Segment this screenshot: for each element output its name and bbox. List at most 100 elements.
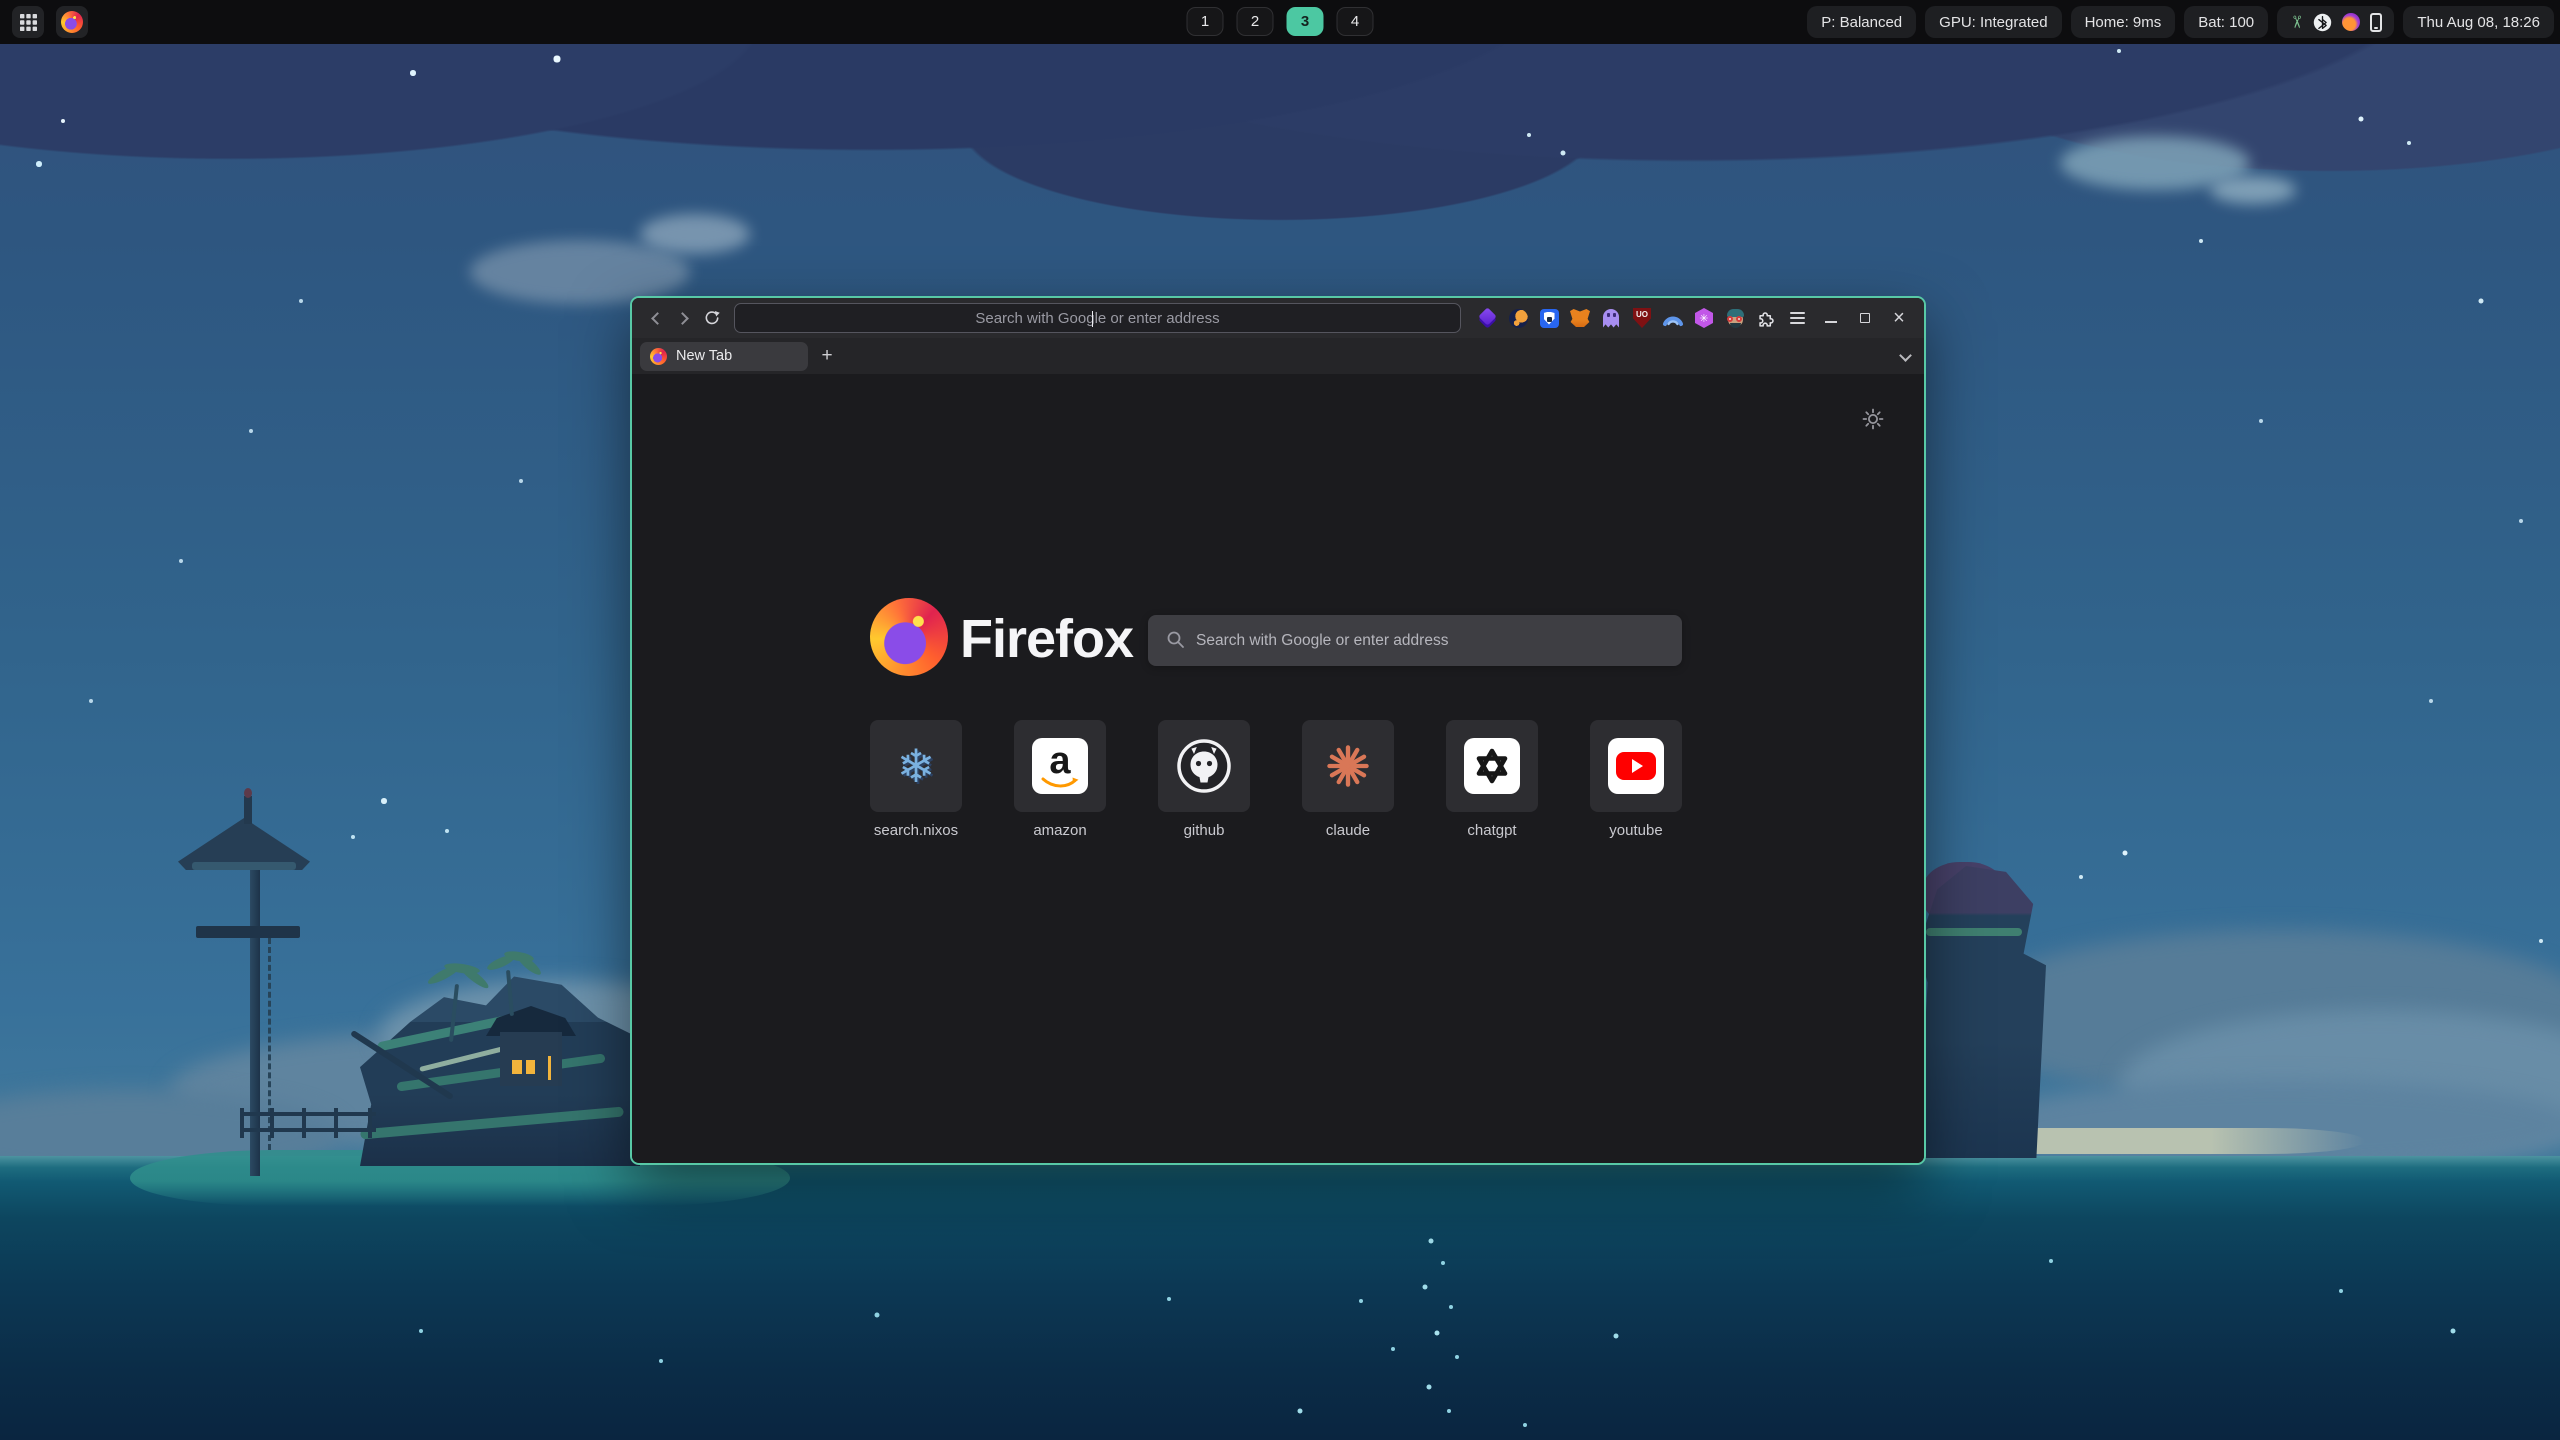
firefox-launcher-button[interactable] — [56, 6, 88, 38]
openai-knot-icon — [1464, 738, 1520, 794]
battery-pill[interactable]: Bat: 100 — [2184, 6, 2268, 38]
shortcut-github[interactable]: github — [1158, 720, 1250, 839]
personalize-newtab-button[interactable] — [1862, 408, 1884, 435]
cliff-grass — [1926, 928, 2022, 936]
watchtower-spire — [244, 796, 252, 824]
scissors-tray-icon[interactable]: ✂ — [2286, 15, 2306, 29]
extension-shield-lock-button[interactable] — [1536, 305, 1562, 331]
extension-ghostery-button[interactable] — [1598, 305, 1624, 331]
watchtower-finial — [244, 788, 252, 798]
power-profile-pill[interactable]: P: Balanced — [1807, 6, 1916, 38]
extension-swirl-button[interactable] — [1505, 305, 1531, 331]
blue-arc-icon — [1662, 308, 1684, 328]
purple-hexagon-icon: ✳ — [1695, 308, 1713, 328]
hut-window — [512, 1060, 522, 1074]
cloud-puff — [640, 214, 750, 254]
minimize-button[interactable] — [1818, 305, 1844, 331]
extension-metamask-button[interactable] — [1567, 305, 1593, 331]
hut — [500, 1032, 562, 1086]
top-status-bar: 1 2 3 4 P: Balanced GPU: Integrated Home… — [0, 0, 2560, 44]
ublock-shield-icon: UO — [1633, 308, 1651, 328]
dock-fence — [240, 1108, 376, 1152]
blue-shield-lock-icon — [1540, 309, 1559, 328]
extension-purple-layers-button[interactable] — [1474, 305, 1500, 331]
workspace-4-button[interactable]: 4 — [1337, 7, 1374, 36]
shortcut-amazon[interactable]: a amazon — [1014, 720, 1106, 839]
puzzle-icon — [1756, 308, 1776, 328]
close-icon: × — [1893, 308, 1905, 328]
reload-icon — [703, 309, 721, 327]
amazon-icon: a — [1032, 738, 1088, 794]
back-button[interactable] — [642, 304, 670, 332]
new-tab-page: Firefox ❄ search.nixos a — [632, 374, 1924, 1163]
firefox-icon — [61, 11, 83, 33]
newtab-search-input[interactable] — [1148, 615, 1682, 666]
extension-ublock-button[interactable]: UO — [1629, 305, 1655, 331]
extensions-puzzle-button[interactable] — [1753, 305, 1779, 331]
tab-favicon-firefox — [650, 348, 667, 365]
hamburger-icon — [1790, 312, 1805, 324]
shortcut-search-nixos[interactable]: ❄ search.nixos — [870, 720, 962, 839]
firefox-logo — [870, 598, 948, 676]
metamask-fox-icon — [1570, 309, 1590, 327]
phone-tray-icon[interactable] — [2370, 13, 2382, 32]
claude-starburst-icon — [1324, 742, 1372, 790]
topbar-left — [12, 6, 88, 38]
forward-button[interactable] — [670, 304, 698, 332]
clock-pill[interactable]: Thu Aug 08, 18:26 — [2403, 6, 2554, 38]
url-bar-placeholder: Search with Google or enter address — [735, 304, 1460, 332]
url-bar[interactable]: Search with Google or enter address — [734, 303, 1461, 333]
nixos-snowflake-icon: ❄ — [897, 743, 936, 789]
gpu-pill[interactable]: GPU: Integrated — [1925, 6, 2061, 38]
firefox-wordmark: Firefox — [960, 608, 1133, 670]
bluetooth-tray-icon[interactable] — [2313, 13, 2332, 32]
extension-vpn-arc-button[interactable] — [1660, 305, 1686, 331]
youtube-icon — [1608, 738, 1664, 794]
purple-layers-icon — [1477, 308, 1497, 328]
tab-new-tab[interactable]: New Tab — [640, 342, 808, 371]
ping-pill[interactable]: Home: 9ms — [2071, 6, 2176, 38]
ghost-icon — [1603, 309, 1619, 328]
browser-toolbar: Search with Google or enter address UO — [632, 298, 1924, 338]
minimize-icon — [1825, 321, 1837, 323]
gear-icon — [1862, 408, 1884, 430]
maximize-button[interactable] — [1852, 305, 1878, 331]
shortcut-claude[interactable]: claude — [1302, 720, 1394, 839]
watchtower-platform — [196, 926, 300, 938]
shortcut-youtube[interactable]: youtube — [1590, 720, 1682, 839]
shortcut-chatgpt[interactable]: chatgpt — [1446, 720, 1538, 839]
app-grid-icon — [20, 14, 37, 31]
github-octocat-icon — [1175, 737, 1233, 795]
cloud-puff — [2210, 176, 2296, 204]
tab-title: New Tab — [676, 348, 732, 364]
list-all-tabs-chevron-icon[interactable] — [1899, 349, 1912, 362]
app-menu-button[interactable] — [1784, 305, 1810, 331]
reload-button[interactable] — [698, 304, 726, 332]
extension-spy-button[interactable] — [1722, 305, 1748, 331]
system-tray: ✂ — [2277, 6, 2394, 38]
new-tab-button[interactable]: + — [814, 343, 840, 369]
topbar-right: P: Balanced GPU: Integrated Home: 9ms Ba… — [1807, 6, 2554, 38]
shortcut-tiles: ❄ search.nixos a amazon — [870, 720, 1682, 839]
maximize-icon — [1860, 313, 1870, 323]
workspace-1-button[interactable]: 1 — [1187, 7, 1224, 36]
forward-icon — [676, 312, 689, 325]
hut-window — [548, 1056, 551, 1080]
text-caret — [1092, 311, 1094, 327]
close-button[interactable]: × — [1886, 305, 1912, 331]
workspace-2-button[interactable]: 2 — [1237, 7, 1274, 36]
flame-orb-tray-icon[interactable] — [2342, 13, 2360, 31]
app-launcher-button[interactable] — [12, 6, 44, 38]
desktop: 1 2 3 4 P: Balanced GPU: Integrated Home… — [0, 0, 2560, 1440]
hut-window — [526, 1060, 535, 1074]
cloud-puff — [470, 240, 690, 304]
extension-hex-asterisk-button[interactable]: ✳ — [1691, 305, 1717, 331]
spy-avatar-icon — [1726, 309, 1745, 328]
workspace-switcher: 1 2 3 4 — [1187, 7, 1374, 36]
back-icon — [651, 312, 664, 325]
watchtower-roof-edge — [192, 862, 296, 870]
orange-swirl-icon — [1509, 309, 1528, 328]
firefox-window: Search with Google or enter address UO — [630, 296, 1926, 1165]
tab-strip: New Tab + — [632, 338, 1924, 374]
workspace-3-button-active[interactable]: 3 — [1287, 7, 1324, 36]
